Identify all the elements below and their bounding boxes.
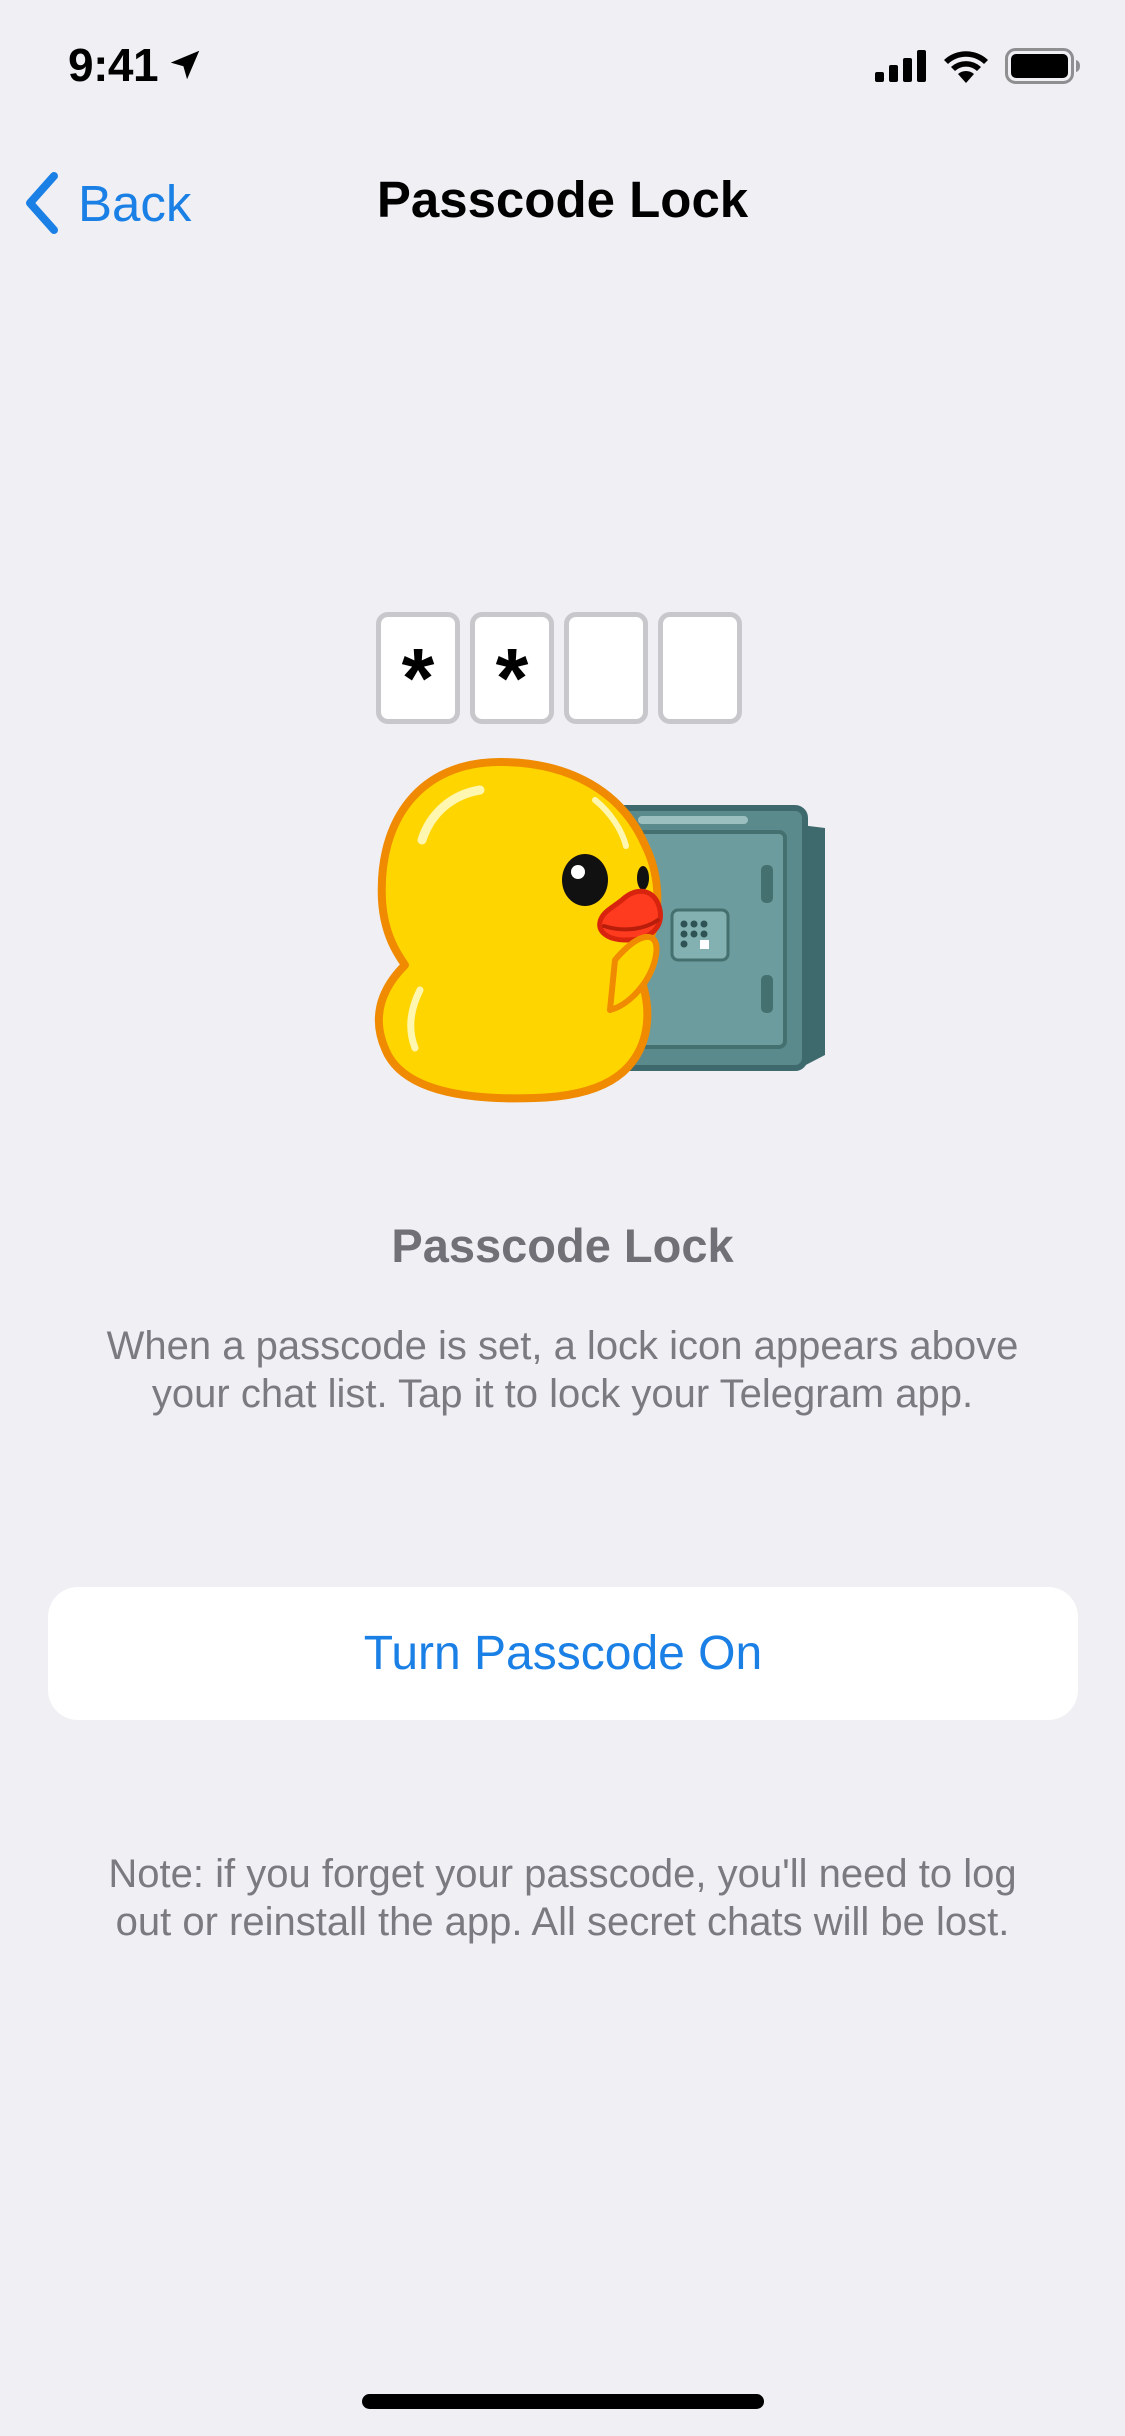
location-arrow-icon [170,50,200,80]
cellular-signal-icon [875,50,926,82]
status-icons [875,48,1081,84]
description-text: When a passcode is set, a lock icon appe… [106,1324,1019,1416]
duck-icon [374,758,663,1103]
passcode-slot-2: * [470,612,554,724]
status-bar: 9:41 [0,0,1125,140]
status-time: 9:41 [68,39,159,91]
turn-passcode-on-button[interactable]: Turn Passcode On [48,1587,1078,1720]
status-time-group: 9:41 [68,38,204,92]
duck-safe-sticker [374,758,825,1103]
passcode-slots: * * [376,612,742,724]
battery-icon [1005,48,1080,84]
passcode-slot-1: * [376,612,460,724]
wifi-icon [944,51,988,83]
back-button[interactable]: Back [20,170,191,236]
section-title: Passcode Lock [391,1219,734,1272]
note-text: Note: if you forget your passcode, you'l… [108,1852,1017,1944]
turn-passcode-on-label: Turn Passcode On [363,1627,763,1680]
passcode-illustration: * * [360,600,840,1120]
navigation-bar: Passcode Lock Back [0,150,1125,250]
back-label: Back [78,174,192,232]
passcode-slot-3 [564,612,648,724]
home-indicator[interactable] [362,2394,764,2409]
passcode-slot-4 [658,612,742,724]
chevron-left-icon [26,172,58,234]
